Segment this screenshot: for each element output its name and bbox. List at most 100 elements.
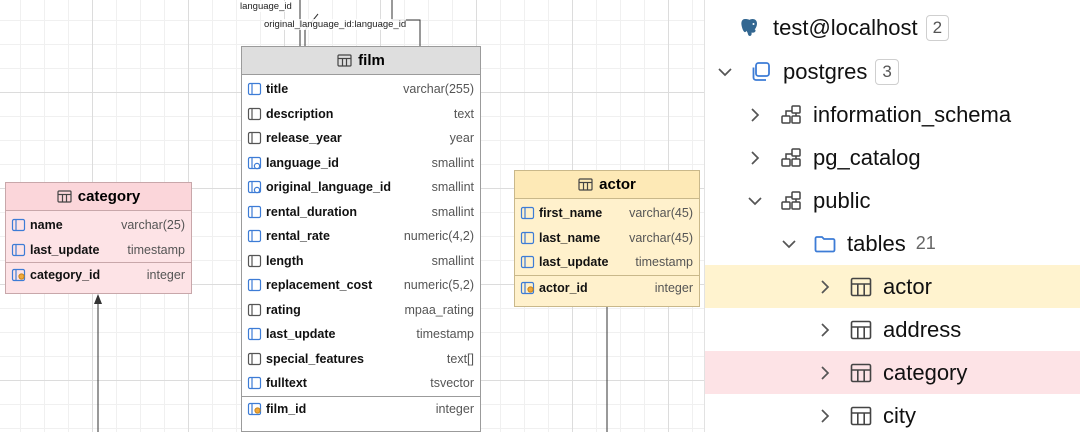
table-icon bbox=[578, 178, 593, 191]
schema-icon bbox=[779, 189, 803, 213]
column-name: category_id bbox=[30, 268, 101, 283]
entity-primary-key[interactable]: actor_id integer bbox=[515, 276, 699, 301]
tree-item-label: test@localhost bbox=[773, 14, 918, 40]
tree-item-public[interactable]: public bbox=[705, 179, 1080, 222]
chevron-down-icon[interactable] bbox=[745, 191, 765, 211]
entity-primary-key[interactable]: category_id integer bbox=[6, 263, 191, 288]
chevron-right-icon[interactable] bbox=[815, 320, 835, 340]
column-type: numeric(5,2) bbox=[403, 278, 474, 293]
table-icon bbox=[849, 361, 873, 385]
column-type: varchar(25) bbox=[121, 218, 185, 233]
column-type: timestamp bbox=[127, 242, 185, 257]
tree-item-label: tables bbox=[847, 230, 906, 256]
entity-column[interactable]: last_update timestamp bbox=[242, 322, 480, 347]
table-icon bbox=[849, 404, 873, 428]
entity-header[interactable]: film bbox=[242, 47, 480, 75]
table-icon bbox=[849, 318, 873, 342]
count-badge: 2 bbox=[925, 14, 950, 41]
tree-item-test-localhost[interactable]: test@localhost 2 bbox=[705, 6, 1080, 49]
entity-column[interactable]: fulltext tsvector bbox=[242, 371, 480, 396]
column-type: numeric(4,2) bbox=[403, 229, 474, 244]
chevron-right-icon[interactable] bbox=[815, 363, 835, 383]
entity-title: category bbox=[77, 188, 141, 205]
chevron-right-icon[interactable] bbox=[745, 105, 765, 125]
entity-column[interactable]: length smallint bbox=[242, 249, 480, 274]
database-explorer[interactable]: test@localhost 2 postgres 3 information_sche… bbox=[704, 0, 1080, 432]
tree-item-label: public bbox=[813, 187, 871, 213]
column-name: replacement_cost bbox=[266, 278, 373, 293]
tree-item-label: category bbox=[883, 359, 968, 385]
column-required-icon bbox=[247, 278, 262, 292]
column-type: varchar(45) bbox=[629, 230, 693, 245]
primary-key-icon bbox=[247, 402, 262, 416]
entity-primary-key[interactable]: film_id integer bbox=[242, 397, 480, 422]
tree-item-tables[interactable]: tables 21 bbox=[705, 222, 1080, 265]
column-required-icon bbox=[247, 327, 262, 341]
entity-header[interactable]: category bbox=[6, 183, 191, 211]
item-count: 21 bbox=[915, 233, 936, 253]
entity-column[interactable]: last_name varchar(45) bbox=[515, 226, 699, 251]
column-icon bbox=[247, 352, 262, 366]
tree-item-label: postgres bbox=[783, 58, 868, 84]
entity-column[interactable]: special_features text[] bbox=[242, 347, 480, 372]
chevron-down-icon[interactable] bbox=[779, 234, 799, 254]
column-type: varchar(45) bbox=[629, 206, 693, 221]
schema-icon bbox=[779, 103, 803, 127]
entity-column[interactable]: description text bbox=[242, 102, 480, 127]
entity-column[interactable]: release_year year bbox=[242, 126, 480, 151]
column-name: length bbox=[266, 253, 304, 268]
column-required-icon bbox=[11, 218, 26, 232]
column-type: smallint bbox=[431, 204, 474, 219]
column-type: timestamp bbox=[416, 327, 474, 342]
column-type: integer bbox=[146, 268, 185, 283]
column-type: smallint bbox=[431, 155, 474, 170]
column-name: first_name bbox=[539, 206, 603, 221]
entity-column[interactable]: last_update timestamp bbox=[515, 250, 699, 275]
tree-item-label: city bbox=[883, 402, 916, 428]
column-required-icon bbox=[247, 205, 262, 219]
chevron-right-icon[interactable] bbox=[745, 148, 765, 168]
tree-item-label: information_schema bbox=[813, 101, 1012, 127]
tree-item-city[interactable]: city bbox=[705, 394, 1080, 432]
column-name: original_language_id bbox=[266, 180, 392, 195]
entity-column[interactable]: rental_duration smallint bbox=[242, 200, 480, 225]
entity-column[interactable]: first_name varchar(45) bbox=[515, 201, 699, 226]
tree-item-address[interactable]: address bbox=[705, 308, 1080, 351]
tree-item-label: pg_catalog bbox=[813, 144, 921, 170]
column-name: fulltext bbox=[266, 376, 307, 391]
table-icon bbox=[337, 54, 352, 67]
entity-actor[interactable]: actor first_name varchar(45) last_name varch… bbox=[514, 170, 700, 307]
tree-item-category[interactable]: category bbox=[705, 351, 1080, 394]
column-required-icon bbox=[520, 255, 535, 269]
entity-column[interactable]: replacement_cost numeric(5,2) bbox=[242, 273, 480, 298]
column-type: integer bbox=[435, 401, 474, 416]
entity-header[interactable]: actor bbox=[515, 171, 699, 199]
entity-column[interactable]: last_update timestamp bbox=[6, 238, 191, 263]
column-name: last_update bbox=[266, 327, 336, 342]
folder-icon bbox=[813, 232, 837, 256]
entity-category[interactable]: category name varchar(25) last_update timest… bbox=[5, 182, 192, 294]
count-badge: 3 bbox=[875, 58, 899, 85]
entity-column[interactable]: name varchar(25) bbox=[6, 213, 191, 238]
entity-column[interactable]: rental_rate numeric(4,2) bbox=[242, 224, 480, 249]
entity-column[interactable]: rating mpaa_rating bbox=[242, 298, 480, 323]
entity-column[interactable]: language_id smallint bbox=[242, 151, 480, 176]
entity-column[interactable]: title varchar(255) bbox=[242, 77, 480, 102]
column-required-icon bbox=[520, 206, 535, 220]
entity-column[interactable]: original_language_id smallint bbox=[242, 175, 480, 200]
chevron-down-icon[interactable] bbox=[715, 62, 735, 82]
table-icon bbox=[849, 275, 873, 299]
chevron-right-icon[interactable] bbox=[815, 406, 835, 426]
chevron-right-icon[interactable] bbox=[815, 277, 835, 297]
column-type: year bbox=[449, 131, 474, 146]
tree-item-information-schema[interactable]: information_schema bbox=[705, 93, 1080, 136]
tree-item-postgres[interactable]: postgres 3 bbox=[705, 50, 1080, 93]
tree-item-pg-catalog[interactable]: pg_catalog bbox=[705, 136, 1080, 179]
tree-item-actor[interactable]: actor bbox=[705, 265, 1080, 308]
column-icon bbox=[247, 303, 262, 317]
er-diagram-canvas[interactable]: language_id original_language_id:languag… bbox=[0, 0, 704, 432]
entity-film[interactable]: film title varchar(255) description text rele… bbox=[241, 46, 481, 432]
column-type: tsvector bbox=[430, 376, 474, 391]
column-name: rental_rate bbox=[266, 229, 330, 244]
database-icon bbox=[749, 60, 773, 84]
